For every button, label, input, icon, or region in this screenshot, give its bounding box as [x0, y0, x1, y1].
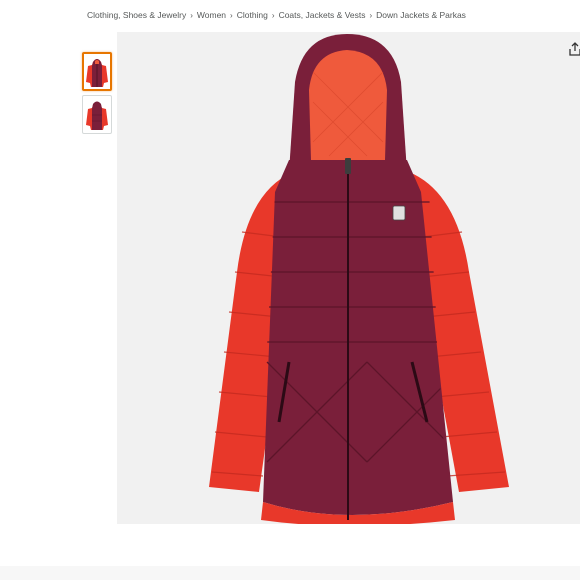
breadcrumb: Clothing, Shoes & Jewelry › Women › Clot…	[87, 8, 466, 22]
breadcrumb-item-down-jackets-parkas[interactable]: Down Jackets & Parkas	[376, 10, 466, 20]
thumbnail-front[interactable]	[82, 52, 112, 91]
breadcrumb-item-clothing[interactable]: Clothing	[237, 10, 268, 20]
jacket-front-thumbnail	[86, 58, 108, 87]
breadcrumb-separator: ›	[230, 10, 233, 20]
breadcrumb-item-women[interactable]: Women	[197, 10, 226, 20]
breadcrumb-separator: ›	[271, 10, 275, 20]
breadcrumb-separator: ›	[190, 10, 193, 20]
main-product-image[interactable]	[117, 32, 580, 526]
breadcrumb-item-coats-jackets-vests[interactable]: Coats, Jackets & Vests	[279, 10, 366, 20]
image-thumbnails	[82, 52, 112, 138]
thumbnail-back[interactable]	[82, 95, 112, 134]
hooded-puffer-jacket-image	[209, 34, 509, 526]
page-footer-band	[0, 566, 580, 580]
share-icon[interactable]	[569, 42, 580, 56]
jacket-back-thumbnail	[86, 101, 108, 130]
breadcrumb-item-clothing-shoes-jewelry[interactable]: Clothing, Shoes & Jewelry	[87, 10, 186, 20]
breadcrumb-separator: ›	[369, 10, 373, 20]
